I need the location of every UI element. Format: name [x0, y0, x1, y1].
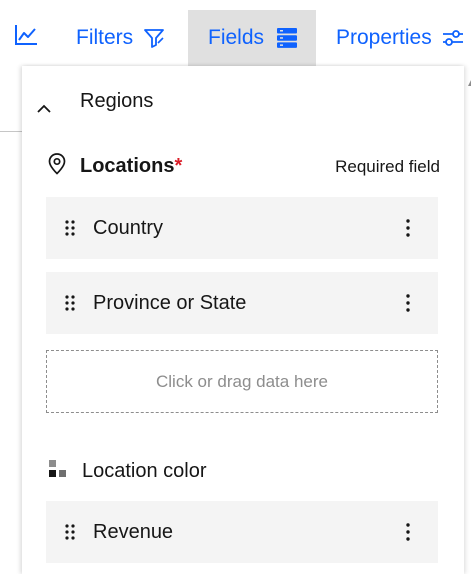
location-color-label: Location color [82, 460, 207, 482]
drag-handle-icon[interactable] [65, 295, 75, 311]
color-squares-icon [48, 459, 68, 484]
overflow-menu-icon[interactable] [406, 219, 410, 237]
dropzone-text: Click or drag data here [156, 371, 328, 391]
line-chart-icon [14, 24, 38, 46]
data-dropzone[interactable]: Click or drag data here [46, 350, 438, 413]
fields-stack-icon [276, 27, 298, 49]
location-color-slot-header: Location color [48, 459, 440, 484]
overflow-menu-icon[interactable] [406, 294, 410, 312]
properties-tab-label: Properties [336, 26, 432, 49]
field-name: Province or State [93, 291, 247, 314]
scroll-up-icon[interactable]: ▲ [466, 78, 471, 89]
field-name: Revenue [93, 520, 174, 543]
properties-tab[interactable]: Properties [336, 12, 464, 64]
field-name: Country [93, 216, 164, 239]
section-title: Regions [80, 90, 154, 112]
fields-panel: Regions Locations * Required field Countr… [22, 66, 464, 574]
locations-label: Locations [80, 155, 175, 177]
fields-tab[interactable]: Fields [188, 10, 316, 66]
section-header-regions[interactable]: Regions [36, 90, 153, 113]
required-field-note: Required field [335, 156, 440, 176]
overflow-menu-icon[interactable] [406, 523, 410, 541]
field-item-country[interactable]: Country [46, 197, 438, 259]
filter-icon [143, 28, 165, 48]
filters-tab[interactable]: Filters [76, 12, 165, 64]
chevron-up-icon [36, 97, 52, 113]
divider [0, 131, 22, 132]
visualization-tab[interactable] [14, 22, 38, 48]
field-item-province-or-state[interactable]: Province or State [46, 272, 438, 334]
filters-tab-label: Filters [76, 26, 134, 49]
fields-tab-label: Fields [208, 26, 265, 49]
drag-handle-icon[interactable] [65, 524, 75, 540]
toolbar: Filters Fields Properties [0, 0, 471, 66]
required-marker: * [174, 155, 183, 177]
locations-slot-header: Locations * Required field [48, 153, 440, 180]
settings-adjust-icon [442, 28, 464, 48]
drag-handle-icon[interactable] [65, 220, 75, 236]
location-pin-icon [48, 153, 66, 180]
field-item-revenue[interactable]: Revenue [46, 501, 438, 563]
